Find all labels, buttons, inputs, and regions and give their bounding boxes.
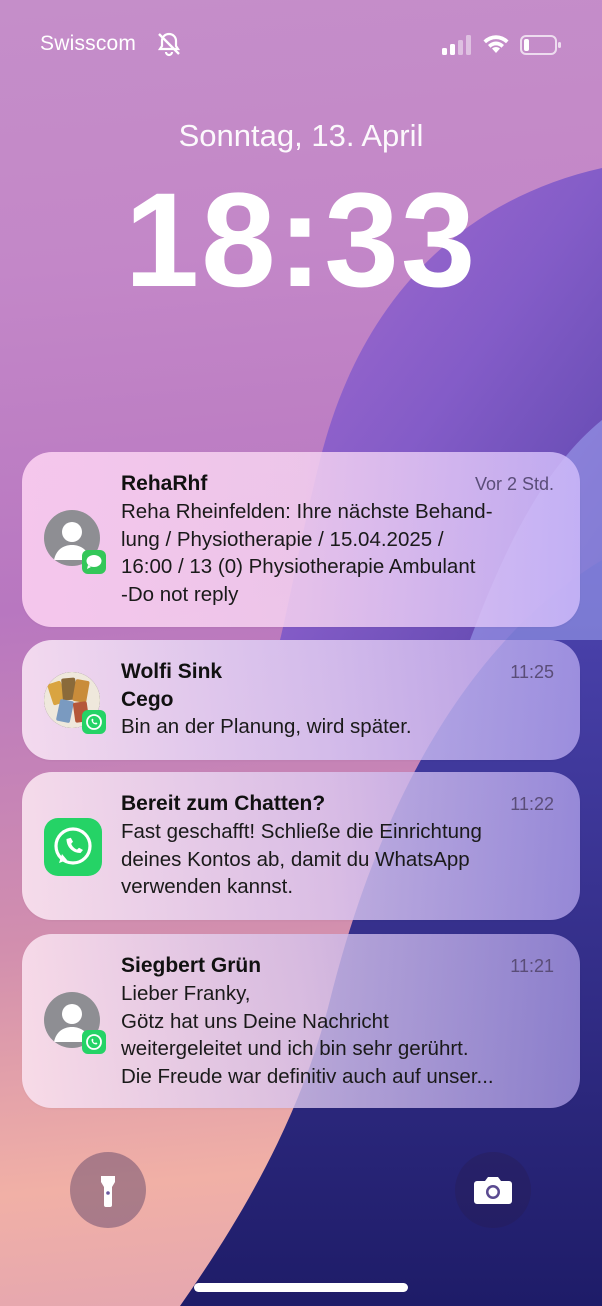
whatsapp-badge-icon [82, 710, 106, 734]
notification-siegbert-gruen[interactable]: Siegbert Grün 11:21 Lieber Franky, Götz … [22, 934, 580, 1108]
notification-body: Lieber Franky, Götz hat uns Deine Nachri… [121, 982, 494, 1088]
home-indicator[interactable] [194, 1283, 408, 1292]
notification-timestamp: 11:21 [510, 956, 554, 976]
whatsapp-app-icon [44, 818, 102, 876]
notification-body: Bin an der Planung, wird später. [121, 715, 412, 738]
camera-button[interactable] [455, 1152, 531, 1228]
messages-app-icon [82, 550, 106, 574]
flashlight-button[interactable] [70, 1152, 146, 1228]
notification-reharhf[interactable]: RehaRhf Vor 2 Std. Reha Rheinfelden: Ihr… [22, 452, 580, 627]
battery-icon [520, 35, 561, 55]
notification-group-name: Cego [121, 688, 174, 711]
notification-timestamp: Vor 2 Std. [474, 474, 554, 494]
silent-bell-icon [157, 32, 181, 57]
cellular-signal-icon [442, 35, 471, 55]
status-bar: Swisscom [40, 30, 562, 62]
lock-screen-clock: 18:33 [124, 166, 478, 315]
notification-title: Bereit zum Chatten? [121, 792, 326, 815]
wifi-icon [483, 35, 509, 53]
camera-icon [474, 1177, 512, 1204]
notification-title: Wolfi Sink [121, 660, 223, 683]
notification-wolfi-sink[interactable]: Wolfi Sink 11:25 Cego Bin an der Planung… [22, 640, 580, 760]
notification-timestamp: 11:25 [510, 662, 554, 682]
carrier-label: Swisscom [40, 32, 137, 55]
whatsapp-badge-icon [82, 1030, 106, 1054]
notification-body: Reha Rheinfelden: Ihre nächste Behand- l… [121, 500, 493, 606]
notification-timestamp: 11:22 [510, 794, 554, 814]
notification-whatsapp-setup[interactable]: Bereit zum Chatten? 11:22 Fast geschafft… [22, 772, 580, 920]
notification-title: Siegbert Grün [121, 954, 262, 977]
lock-screen-date: Sonntag, 13. April [178, 118, 424, 153]
flashlight-icon [101, 1176, 115, 1207]
notification-title: RehaRhf [121, 472, 208, 495]
notification-body: Fast geschafft! Schließe die Einrichtung… [121, 820, 482, 898]
